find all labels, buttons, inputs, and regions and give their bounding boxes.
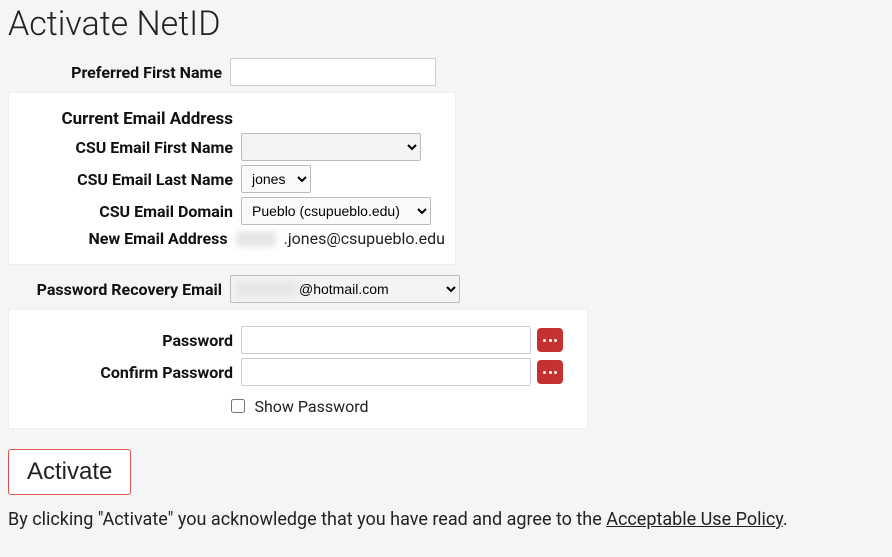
activate-button[interactable]: Activate — [8, 449, 131, 495]
preferred-first-name-input[interactable] — [230, 58, 436, 86]
confirm-password-input[interactable] — [241, 358, 531, 386]
row-current-email-header: Current Email Address — [19, 109, 445, 129]
row-confirm-password: Confirm Password — [19, 358, 577, 386]
label-confirm-password: Confirm Password — [19, 363, 241, 382]
ack-suffix: . — [783, 509, 788, 530]
password-strength-icon — [537, 360, 563, 384]
password-strength-icon — [537, 328, 563, 352]
label-csu-last: CSU Email Last Name — [19, 170, 241, 189]
row-password: Password — [19, 326, 577, 354]
email-panel: Current Email Address CSU Email First Na… — [8, 92, 456, 265]
password-panel: Password Confirm Password Show Password — [8, 309, 588, 429]
row-csu-last: CSU Email Last Name jones — [19, 165, 445, 193]
label-password: Password — [19, 331, 241, 350]
page-title: Activate NetID — [8, 4, 884, 44]
csu-first-name-select[interactable] — [241, 133, 421, 161]
row-preferred-first-name: Preferred First Name — [8, 58, 884, 86]
row-recovery-email: Password Recovery Email @hotmail.com — [8, 275, 884, 303]
label-current-email-header: Current Email Address — [19, 109, 241, 129]
show-password-label: Show Password — [254, 397, 368, 416]
new-email-value: .jones@csupueblo.edu — [236, 229, 445, 248]
redacted-text — [236, 281, 296, 297]
label-recovery-email: Password Recovery Email — [8, 280, 230, 299]
acknowledgement-text: By clicking "Activate" you acknowledge t… — [8, 509, 884, 530]
show-password-checkbox[interactable] — [231, 399, 245, 413]
row-csu-first: CSU Email First Name — [19, 133, 445, 161]
password-input[interactable] — [241, 326, 531, 354]
row-new-email: New Email Address .jones@csupueblo.edu — [19, 229, 445, 248]
csu-last-name-select[interactable]: jones — [241, 165, 311, 193]
label-csu-domain: CSU Email Domain — [19, 202, 241, 221]
label-csu-first: CSU Email First Name — [19, 138, 241, 157]
ack-prefix: By clicking "Activate" you acknowledge t… — [8, 509, 606, 530]
label-preferred-first-name: Preferred First Name — [8, 63, 230, 82]
acceptable-use-policy-link[interactable]: Acceptable Use Policy — [606, 509, 783, 530]
row-csu-domain: CSU Email Domain Pueblo (csupueblo.edu) — [19, 197, 445, 225]
label-new-email: New Email Address — [19, 229, 236, 248]
show-password-toggle[interactable]: Show Password — [19, 396, 577, 416]
new-email-suffix: .jones@csupueblo.edu — [284, 229, 445, 248]
redacted-text — [236, 231, 276, 247]
csu-domain-select[interactable]: Pueblo (csupueblo.edu) — [241, 197, 431, 225]
